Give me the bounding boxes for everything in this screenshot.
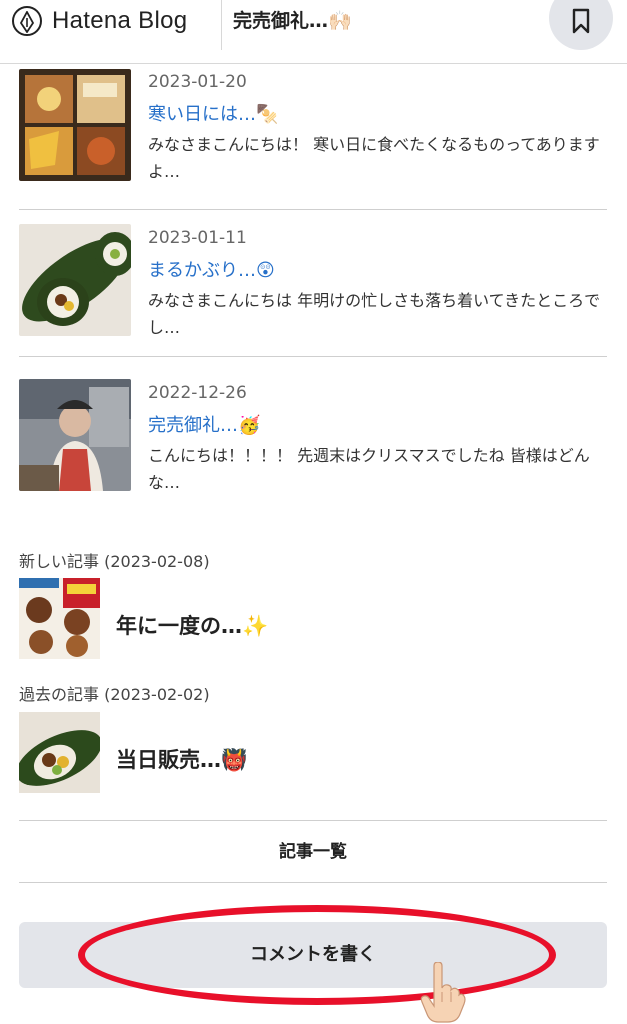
article-date: 2022-12-26: [148, 383, 247, 403]
bookmark-icon: [572, 8, 590, 34]
older-article-thumbnail[interactable]: [19, 712, 100, 793]
article-thumbnail[interactable]: [19, 69, 131, 181]
article-title-link[interactable]: まるかぶり…😲: [148, 256, 275, 282]
article-archive-link[interactable]: 記事一覧: [19, 820, 607, 883]
list-item[interactable]: 2023-01-20 寒い日には…🍢 みなさまこんにちは！ 寒い日に食べたくなる…: [19, 64, 607, 210]
older-article-label: 過去の記事 (2023-02-02): [19, 685, 210, 704]
write-comment-button[interactable]: コメントを書く: [19, 922, 607, 988]
article-title-link[interactable]: 寒い日には…🍢: [148, 100, 278, 126]
logo-text: Hatena Blog: [52, 7, 188, 34]
pen-nib-icon: [12, 6, 42, 36]
blog-title[interactable]: 完売御礼…🙌🏻: [233, 6, 352, 33]
article-excerpt: みなさまこんにちは！ 寒い日に食べたくなるものってありますよ…: [148, 135, 600, 181]
newer-article-label: 新しい記事 (2023-02-08): [19, 552, 210, 571]
newer-article-thumbnail[interactable]: [19, 578, 100, 659]
header-divider: [221, 0, 222, 50]
article-date: 2023-01-11: [148, 228, 247, 248]
article-thumbnail[interactable]: [19, 379, 131, 491]
newer-article-title-link[interactable]: 年に一度の…✨: [116, 610, 268, 640]
list-item[interactable]: 2022-12-26 完売御礼…🥳 こんにちは！！！！ 先週末はクリスマスでした…: [19, 366, 607, 512]
list-item[interactable]: 2023-01-11 まるかぶり…😲 みなさまこんにちは 年明けの忙しさも落ち着…: [19, 211, 607, 357]
older-article-title-link[interactable]: 当日販売…👹: [116, 744, 247, 774]
article-date: 2023-01-20: [148, 72, 247, 92]
article-excerpt: こんにちは！！！！ 先週末はクリスマスでしたね 皆様はどんな…: [148, 446, 590, 492]
bookmark-button[interactable]: [549, 0, 613, 50]
blog-header: Hatena Blog 完売御礼…🙌🏻: [0, 0, 627, 64]
hatena-blog-logo[interactable]: Hatena Blog: [12, 4, 187, 38]
article-title-link[interactable]: 完売御礼…🥳: [148, 411, 260, 437]
pointing-hand-icon: [420, 962, 466, 1023]
article-thumbnail[interactable]: [19, 224, 131, 336]
article-excerpt: みなさまこんにちは 年明けの忙しさも落ち着いてきたところでし…: [148, 291, 601, 337]
